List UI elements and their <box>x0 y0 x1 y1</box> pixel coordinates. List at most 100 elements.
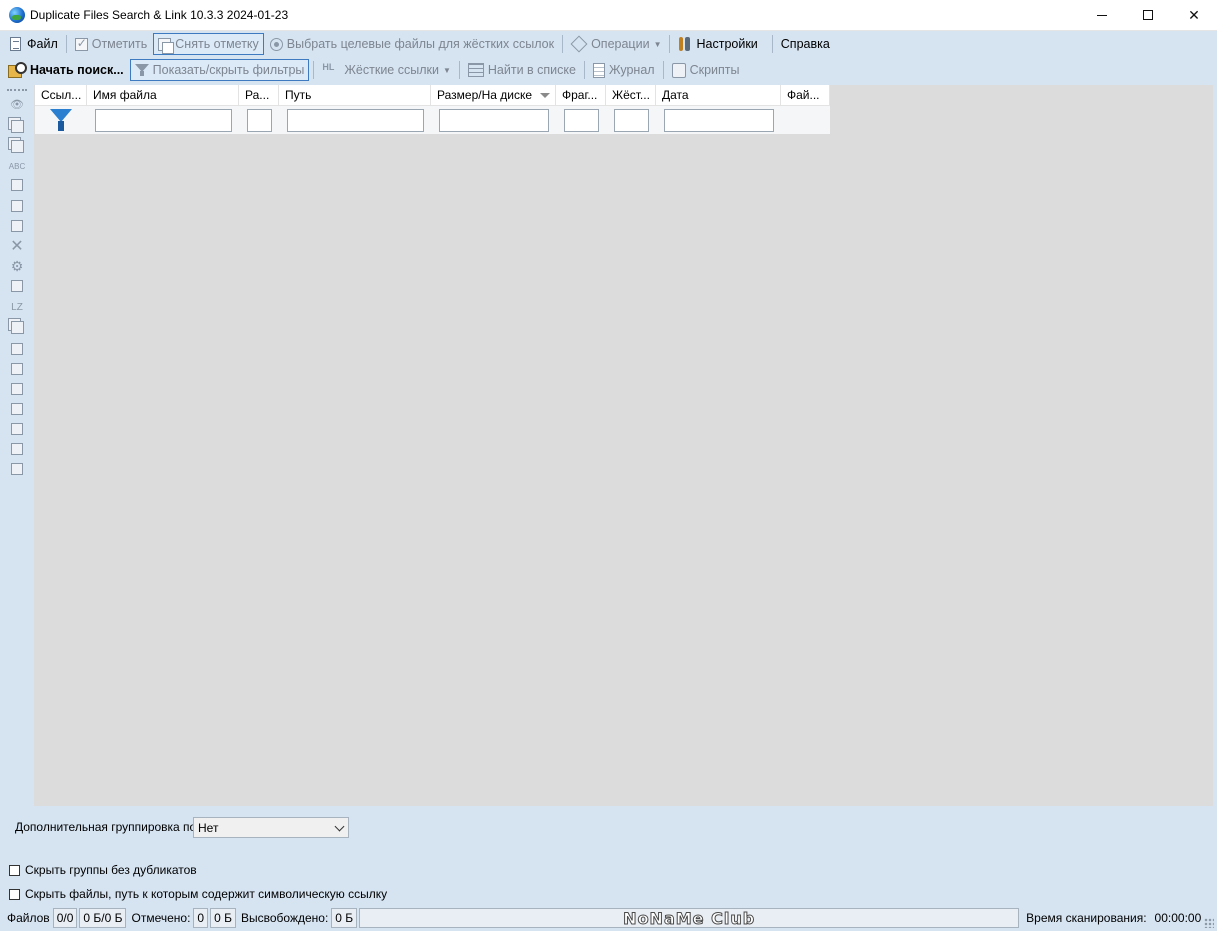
filter-cell-extension <box>239 106 279 134</box>
scan-time-label: Время сканирования: <box>1026 911 1147 925</box>
grid-header: Ссыл... Имя файла Ра... Путь Размер/На д… <box>35 85 830 106</box>
main-window-client: Файл Отметить Снять отметку Выбрать целе… <box>0 31 1217 931</box>
lz-icon[interactable]: LZ <box>8 298 26 316</box>
extension-filter-input[interactable] <box>246 108 272 132</box>
select-targets-button[interactable]: Выбрать целевые файлы для жёстких ссылок <box>266 33 558 55</box>
files-label: Файлов <box>7 911 50 925</box>
journal-button[interactable]: Журнал <box>589 59 659 81</box>
list-3-icon[interactable] <box>8 400 26 418</box>
scripts-icon <box>671 62 686 78</box>
column-header-filename[interactable]: Имя файла <box>87 85 239 106</box>
scan-time-value: 00:00:00 <box>1154 911 1202 925</box>
filter-list-icon[interactable] <box>8 360 26 378</box>
unmark-button[interactable]: Снять отметку <box>153 33 264 55</box>
resize-grip-icon[interactable] <box>1204 918 1214 928</box>
column-header-link[interactable]: Ссыл... <box>35 85 87 106</box>
list-2-icon[interactable] <box>8 380 26 398</box>
grouping-select-value: Нет <box>198 820 219 835</box>
hide-symlinks-checkbox[interactable] <box>9 888 20 900</box>
delete-icon[interactable]: ✕ <box>8 237 26 255</box>
file-menu-button[interactable]: Файл <box>4 33 62 55</box>
window-title: Duplicate Files Search & Link 10.3.3 202… <box>30 8 289 22</box>
start-search-label: Начать поиск... <box>30 63 124 77</box>
column-header-date[interactable]: Дата <box>656 85 781 106</box>
toolbar-separator <box>669 35 671 53</box>
select-group-2-icon[interactable] <box>8 197 26 215</box>
files-size: 0 Б/0 Б <box>79 908 127 928</box>
close-icon: ✕ <box>1188 6 1200 23</box>
copy-add-icon[interactable] <box>8 117 26 135</box>
select-group-3-icon[interactable] <box>8 217 26 235</box>
select-targets-label: Выбрать целевые файлы для жёстких ссылок <box>286 37 555 51</box>
hide-groups-option[interactable]: Скрыть группы без дубликатов <box>9 863 197 877</box>
mark-label: Отметить <box>91 37 148 51</box>
date-filter-input[interactable] <box>663 108 774 132</box>
minimize-button[interactable] <box>1079 0 1125 30</box>
marked-size: 0 Б <box>210 908 236 928</box>
operations-label: Операции <box>591 37 650 51</box>
maximize-button[interactable] <box>1125 0 1171 30</box>
toolbar-grip[interactable] <box>7 89 27 91</box>
column-header-hardlinks[interactable]: Жёст... <box>606 85 656 106</box>
tools-icon <box>678 36 692 52</box>
help-menu-button[interactable]: Справка <box>777 33 834 55</box>
filename-filter-input[interactable] <box>94 108 232 132</box>
operations-dropdown[interactable]: Операции ▼ <box>567 33 665 55</box>
path-filter-input[interactable] <box>286 108 424 132</box>
marked-count: 0 <box>193 908 209 928</box>
dropdown-arrow-icon: ▼ <box>442 65 451 75</box>
column-header-fragments[interactable]: Фраг... <box>556 85 606 106</box>
funnel-filter-icon[interactable] <box>50 108 72 132</box>
fragments-filter-input[interactable] <box>563 108 599 132</box>
hide-groups-label: Скрыть группы без дубликатов <box>25 863 197 877</box>
close-button[interactable]: ✕ <box>1171 0 1217 30</box>
scripts-button[interactable]: Скрипты <box>668 59 744 81</box>
toolbar-separator <box>771 35 773 53</box>
hide-symlinks-option[interactable]: Скрыть файлы, путь к которым содержит си… <box>9 887 387 901</box>
copy-dropdown-icon[interactable] <box>8 318 26 336</box>
hardlinks-filter-input[interactable] <box>613 108 649 132</box>
abc-icon[interactable]: ABC <box>8 157 26 175</box>
minimize-icon <box>1097 14 1107 16</box>
filter-icon <box>134 63 149 77</box>
filter-row <box>35 106 830 134</box>
help-label: Справка <box>780 37 830 51</box>
toggle-filters-button[interactable]: Показать/скрыть фильтры <box>129 59 310 81</box>
list-5-icon[interactable] <box>8 440 26 458</box>
app-logo-icon <box>9 7 25 23</box>
column-header-size[interactable]: Размер/На диске <box>431 85 556 106</box>
size-filter-input[interactable] <box>438 108 549 132</box>
filter-cell-file <box>781 106 830 134</box>
find-in-list-label: Найти в списке <box>487 63 576 77</box>
eye-icon[interactable]: 👁 <box>8 95 26 113</box>
list-4-icon[interactable] <box>8 420 26 438</box>
filter-cell-link[interactable] <box>35 106 87 134</box>
unmark-label: Снять отметку <box>175 37 259 51</box>
select-group-icon[interactable] <box>8 176 26 194</box>
mark-button[interactable]: Отметить <box>71 33 152 55</box>
grid-icon[interactable] <box>8 460 26 478</box>
results-grid[interactable]: Ссыл... Имя файла Ра... Путь Размер/На д… <box>34 85 1213 806</box>
copy-remove-icon[interactable] <box>8 137 26 155</box>
column-header-file[interactable]: Фай... <box>781 85 830 106</box>
grouping-label: Дополнительная группировка по <box>15 820 197 834</box>
file-menu-label: Файл <box>27 37 58 51</box>
grouping-select[interactable]: Нет <box>193 817 349 838</box>
start-search-button[interactable]: Начать поиск... <box>4 59 128 81</box>
hard-links-label: Жёсткие ссылки <box>344 63 439 77</box>
list-1-icon[interactable] <box>8 340 26 358</box>
title-bar: Duplicate Files Search & Link 10.3.3 202… <box>0 0 1217 31</box>
filter-cell-size <box>431 106 556 134</box>
gear-icon[interactable]: ⚙ <box>8 257 26 275</box>
hard-links-dropdown[interactable]: HL Жёсткие ссылки ▼ <box>318 59 455 81</box>
target-icon <box>269 37 283 51</box>
column-header-path[interactable]: Путь <box>279 85 431 106</box>
column-header-extension[interactable]: Ра... <box>239 85 279 106</box>
filter-cell-path <box>279 106 431 134</box>
settings-button[interactable]: Настройки <box>674 33 761 55</box>
move-icon[interactable] <box>8 277 26 295</box>
toolbar-separator <box>458 61 460 79</box>
folder-search-icon <box>8 62 27 78</box>
hide-groups-checkbox[interactable] <box>9 864 20 876</box>
find-in-list-button[interactable]: Найти в списке <box>464 59 580 81</box>
